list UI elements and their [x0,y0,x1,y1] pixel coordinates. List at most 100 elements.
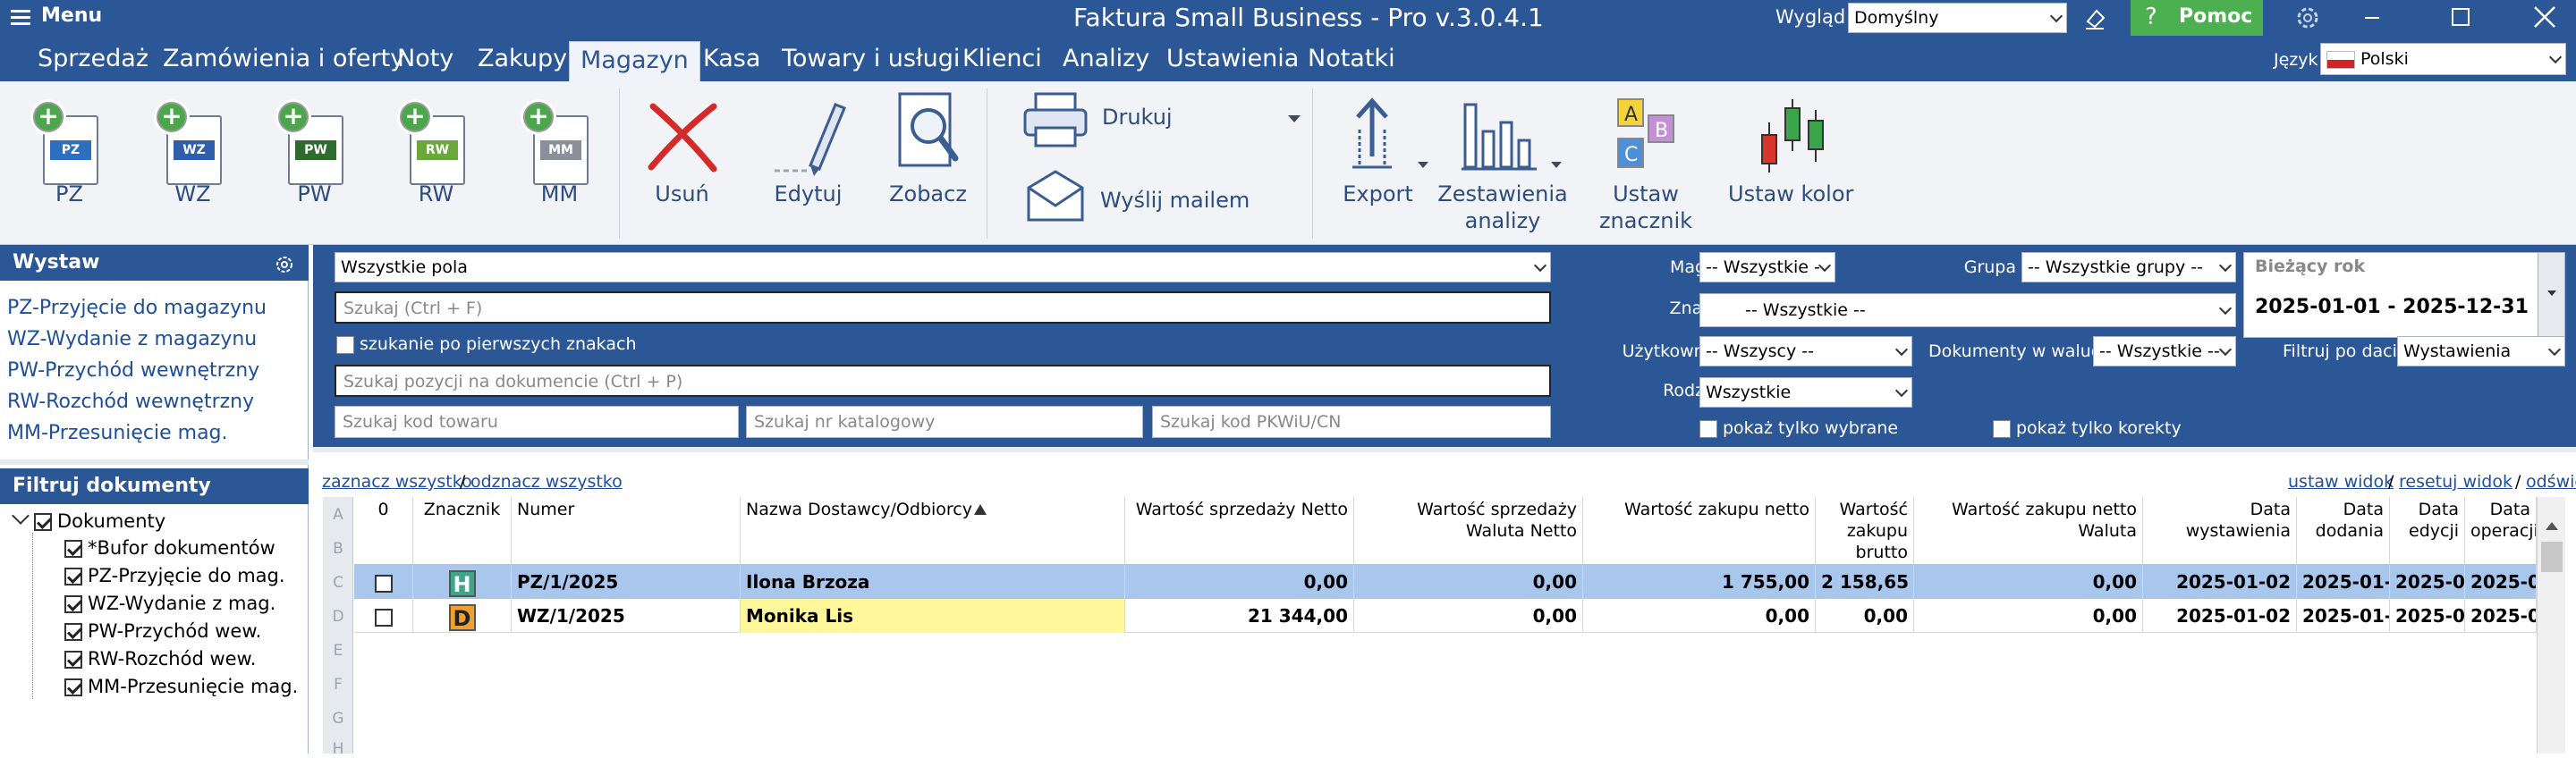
zestawienia-analizy-button[interactable]: Zestawienia analizy [1436,81,1569,245]
col-header-sprzedaz-netto[interactable]: Wartość sprzedaży Netto [1125,497,1354,565]
close-icon[interactable] [2531,4,2558,34]
uzytkownik-select[interactable]: -- Wszyscy -- [1699,336,1912,366]
vertical-scrollbar[interactable] [2537,497,2565,754]
tree-root[interactable]: Dokumenty [12,507,165,532]
date-range-box[interactable]: Bieżący rok 2025-01-01 - 2025-12-31 [2243,252,2565,338]
znacznik-select[interactable]: -- Wszystkie -- [1699,293,2236,327]
settings-gear-icon[interactable] [2293,4,2322,36]
wyslij-mailem-button[interactable]: Wyślij mailem [1016,166,1302,229]
odznacz-wszystko-link[interactable]: odznacz wszystko [470,472,623,492]
mm-button[interactable]: MM + MM [508,81,611,245]
checkbox[interactable] [1699,419,1717,438]
settings-gear-icon[interactable] [274,252,295,288]
pw-button[interactable]: PW + PW [263,81,366,245]
menu-towary[interactable]: Towary i usługi [771,36,970,81]
table-row[interactable]: D WZ/1/2025 Monika Lis 21 344,00 0,00 0,… [354,599,2537,633]
menu-kasa[interactable]: Kasa [692,36,771,81]
wz-button[interactable]: WZ + WZ [141,81,244,245]
ustaw-znacznik-button[interactable]: ABC Ustaw znacznik [1592,81,1699,245]
positions-search-input[interactable]: Szukaj pozycji na dokumencie (Ctrl + P) [335,365,1551,397]
col-header-znacznik[interactable]: Znacznik [413,497,512,565]
row-checkbox-cell[interactable] [354,599,413,633]
checkbox[interactable] [64,678,82,696]
menu-noty[interactable]: Noty [386,36,464,81]
checkbox[interactable] [374,574,393,593]
col-header-numer[interactable]: Numer [512,497,741,565]
link-mm[interactable]: MM-Przesunięcie mag. [7,422,228,444]
magazyn-select[interactable]: -- Wszystkie - [1699,252,1835,282]
menu-zakupy[interactable]: Zakupy [467,36,578,81]
rodzaj-select[interactable]: Wszystkie [1699,377,1912,408]
zobacz-button[interactable]: Zobacz [877,81,979,245]
odswiez-link[interactable]: odśwież [2526,472,2576,492]
wyglad-select[interactable]: Domyślny [1848,3,2067,33]
link-wz[interactable]: WZ-Wydanie z magazynu [7,328,257,350]
col-header-zakup-waluta[interactable]: Wartość zakupu netto Waluta [1914,497,2143,565]
hamburger-icon[interactable] [11,8,32,26]
scroll-up-icon[interactable] [2546,522,2558,530]
search-input[interactable]: Szukaj (Ctrl + F) [335,291,1551,324]
nr-katalogowy-input[interactable]: Szukaj nr katalogowy [746,406,1143,438]
menu-klienci[interactable]: Klienci [952,36,1053,81]
col-header-data-edycji[interactable]: Data edycji [2390,497,2465,565]
link-pz[interactable]: PZ-Przyjęcie do magazynu [7,297,267,319]
pkwiu-input[interactable]: Szukaj kod PKWiU/CN [1152,406,1551,438]
tree-item-pw[interactable]: PW-Przychód wew. [64,620,261,642]
maximize-button[interactable] [2452,8,2470,26]
tree-item-bufor[interactable]: *Bufor dokumentów [64,537,275,559]
export-button[interactable]: Export [1322,81,1434,245]
tree-item-rw[interactable]: RW-Rozchód wew. [64,648,256,670]
rw-button[interactable]: RW + RW [385,81,487,245]
menu-sprzedaz[interactable]: Sprzedaż [27,36,159,81]
usun-button[interactable]: Usuń [631,81,733,245]
zaznacz-wszystko-link[interactable]: zaznacz wszystko [322,472,472,492]
waluta-select[interactable]: -- Wszystkie -- [2093,336,2236,366]
drukuj-button[interactable]: Drukuj [1016,88,1302,151]
resetuj-widok-link[interactable]: resetuj widok [2399,472,2512,492]
minimize-button[interactable] [2365,0,2379,36]
filtruj-select[interactable]: Wystawienia [2397,336,2565,366]
menu-magazyn[interactable]: Magazyn [569,41,700,81]
menu-analizy[interactable]: Analizy [1052,36,1160,81]
link-rw[interactable]: RW-Rozchód wewnętrzny [7,391,254,413]
tylko-korekty-checkbox[interactable]: pokaż tylko korekty [1993,418,2182,438]
checkbox[interactable] [374,608,393,627]
checkbox[interactable] [64,623,82,641]
col-header-sprzedaz-waluta[interactable]: Wartość sprzedaży Waluta Netto [1354,497,1583,565]
checkbox[interactable] [336,335,354,354]
fields-select[interactable]: Wszystkie pola [335,252,1551,282]
tylko-wybrane-checkbox[interactable]: pokaż tylko wybrane [1699,418,1898,438]
edytuj-button[interactable]: Edytuj [757,81,860,245]
tree-item-pz[interactable]: PZ-Przyjęcie do mag. [64,565,285,586]
ustaw-kolor-button[interactable]: Ustaw kolor [1728,81,1853,245]
row-checkbox-cell[interactable] [354,565,413,599]
pomoc-button[interactable]: ? Pomoc [2131,0,2263,36]
menu-ustawienia[interactable]: Ustawienia [1156,36,1309,81]
date-dropdown-button[interactable] [2538,253,2564,337]
expand-icon[interactable] [12,507,30,525]
menu-button[interactable]: Menu [41,4,102,27]
col-header-data-dodania[interactable]: Data dodania [2297,497,2390,565]
checkbox[interactable] [64,540,82,558]
col-header-check[interactable]: 0 [354,497,413,565]
link-pw[interactable]: PW-Przychód wewnętrzny [7,359,259,382]
checkbox[interactable] [64,595,82,613]
checkbox[interactable] [1993,419,2011,438]
jezyk-select[interactable]: Polski [2320,43,2566,75]
col-header-data-operacji[interactable]: Data operacji [2465,497,2537,565]
kod-towaru-input[interactable]: Szukaj kod towaru [335,406,739,438]
col-header-data-wystawienia[interactable]: Data wystawienia [2143,497,2297,565]
checkbox[interactable] [64,651,82,669]
col-header-zakup-brutto[interactable]: Wartość zakupu brutto [1816,497,1914,565]
grupa-select[interactable]: -- Wszystkie grupy -- [2021,252,2236,282]
scroll-thumb[interactable] [2541,542,2563,572]
pz-button[interactable]: PZ + PZ [18,81,121,245]
eraser-icon[interactable] [2082,5,2107,34]
col-header-nazwa[interactable]: Nazwa Dostawcy/Odbiorcy [741,497,1125,565]
col-header-zakup-netto[interactable]: Wartość zakupu netto [1583,497,1816,565]
ustaw-widok-link[interactable]: ustaw widok [2288,472,2394,492]
menu-zamowienia[interactable]: Zamówienia i oferty [152,36,415,81]
tree-item-mm[interactable]: MM-Przesunięcie mag. [64,676,298,697]
checkbox[interactable] [34,513,52,531]
table-row[interactable]: H PZ/1/2025 Ilona Brzoza 0,00 0,00 1 755… [354,565,2537,599]
